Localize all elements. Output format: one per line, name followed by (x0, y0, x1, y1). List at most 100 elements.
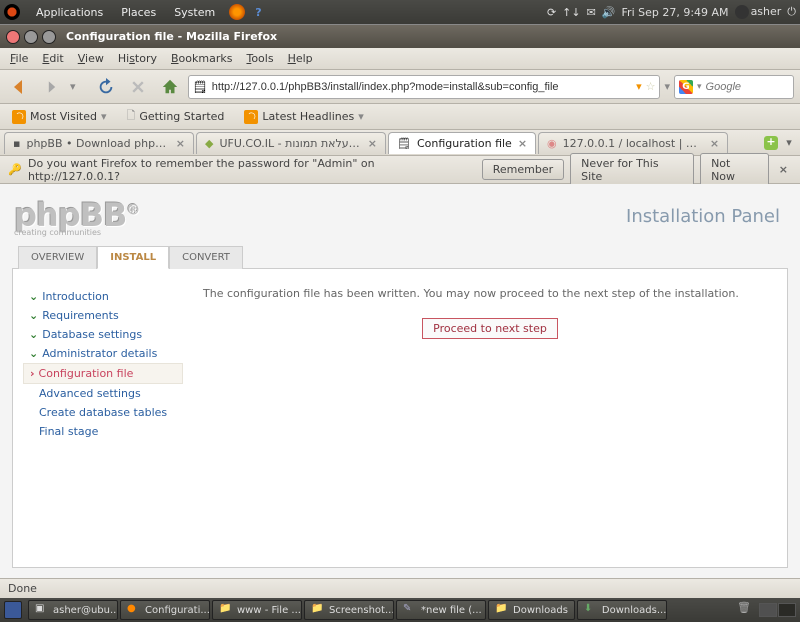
go-dropdown-icon[interactable]: ▾ (664, 80, 670, 93)
tab-close-icon[interactable]: × (710, 137, 719, 150)
folder-icon: 📁 (219, 603, 233, 617)
task-gedit[interactable]: ✎*new file (... (396, 600, 486, 620)
address-bar[interactable]: 🗒 ▾ ☆ (188, 75, 661, 99)
infobar-close-icon[interactable]: × (775, 163, 792, 176)
window-minimize-button[interactable] (24, 30, 38, 44)
menu-system[interactable]: System (166, 4, 223, 21)
task-terminal[interactable]: ▣asher@ubu... (28, 600, 118, 620)
menu-bookmarks[interactable]: Bookmarks (165, 50, 238, 67)
system-tray: ⟳ ↑↓ ✉ 🔊 Fri Sep 27, 9:49 AM asher ⏻ (547, 5, 796, 19)
bookmark-latest-headlines[interactable]: Latest Headlines▾ (238, 108, 369, 126)
task-label: *new file (... (421, 605, 482, 616)
menu-history[interactable]: History (112, 50, 163, 67)
clock[interactable]: Fri Sep 27, 9:49 AM (622, 6, 729, 19)
workspace-2[interactable] (778, 603, 796, 617)
window-maximize-button[interactable] (42, 30, 56, 44)
tab-label: 127.0.0.1 / localhost | php... (563, 137, 704, 150)
menu-applications[interactable]: Applications (28, 4, 111, 21)
step-config-file[interactable]: Configuration file (23, 363, 183, 384)
menu-places[interactable]: Places (113, 4, 164, 21)
back-dropdown-icon[interactable]: ▾ (70, 80, 76, 93)
step-create-db[interactable]: Create database tables (23, 403, 183, 422)
home-button[interactable] (156, 73, 184, 101)
tab-list-button[interactable]: ▾ (782, 136, 796, 150)
volume-icon[interactable]: 🔊 (602, 6, 616, 19)
task-filemanager[interactable]: 📁 www - File ... (212, 600, 302, 620)
task-label: Downloads... (602, 605, 666, 616)
task-downloads2[interactable]: ⬇Downloads... (577, 600, 667, 620)
install-steps-sidebar: Introduction Requirements Database setti… (23, 287, 183, 549)
firefox-launcher-icon[interactable] (229, 4, 245, 20)
mail-icon[interactable]: ✉ (587, 6, 596, 19)
menu-file[interactable]: File (4, 50, 34, 67)
folder-icon: 📁 (495, 603, 509, 617)
back-button[interactable] (6, 73, 34, 101)
menu-tools[interactable]: Tools (240, 50, 279, 67)
show-desktop-button[interactable] (4, 601, 22, 619)
step-advanced[interactable]: Advanced settings (23, 384, 183, 403)
search-box[interactable]: G▾ (674, 75, 794, 99)
never-button[interactable]: Never for This Site (570, 153, 694, 187)
phpbb-logo: phpBB® creating communities (14, 196, 139, 237)
power-icon[interactable]: ⏻ (787, 5, 796, 19)
window-titlebar[interactable]: Configuration file - Mozilla Firefox (0, 24, 800, 48)
folder-icon: 📁 (311, 603, 325, 617)
favicon-icon: ▪ (13, 137, 20, 150)
page-content: phpBB® creating communities Installation… (0, 184, 800, 578)
search-engine-dropdown-icon[interactable]: ▾ (697, 82, 702, 92)
remember-button[interactable]: Remember (482, 159, 564, 180)
bookmark-most-visited[interactable]: Most Visited▾ (6, 108, 112, 126)
tab-close-icon[interactable]: × (518, 137, 527, 150)
network-icon[interactable]: ↑↓ (562, 6, 580, 19)
not-now-button[interactable]: Not Now (700, 153, 769, 187)
window-close-button[interactable] (6, 30, 20, 44)
workspace-switcher[interactable] (759, 603, 796, 617)
menu-edit[interactable]: Edit (36, 50, 69, 67)
workspace-1[interactable] (759, 603, 777, 617)
new-tab-button[interactable]: + (764, 136, 778, 150)
bookmark-label: Getting Started (139, 110, 224, 123)
url-input[interactable] (212, 81, 632, 93)
bookmark-star-icon[interactable]: ☆ (646, 80, 656, 93)
step-introduction[interactable]: Introduction (23, 287, 183, 306)
step-database[interactable]: Database settings (23, 325, 183, 344)
task-downloads[interactable]: 📁Downloads (488, 600, 575, 620)
menu-help[interactable]: Help (282, 50, 319, 67)
firefox-icon: ● (127, 603, 141, 617)
tab-close-icon[interactable]: × (176, 137, 185, 150)
nav-toolbar: ▾ 🗒 ▾ ☆ ▾ G▾ (0, 70, 800, 104)
tab-overview[interactable]: OVERVIEW (18, 246, 97, 269)
proceed-button[interactable]: Proceed to next step (422, 318, 558, 339)
rss-icon (244, 110, 258, 124)
favicon-icon: ◆ (205, 137, 213, 150)
tab-phpbb-download[interactable]: ▪phpBB • Download phpBB3× (4, 132, 194, 154)
step-admin[interactable]: Administrator details (23, 344, 183, 363)
step-final[interactable]: Final stage (23, 422, 183, 441)
username-label: asher (751, 5, 782, 18)
update-icon[interactable]: ⟳ (547, 6, 556, 19)
reload-button[interactable] (92, 73, 120, 101)
help-launcher-icon[interactable]: ? (247, 4, 269, 21)
step-requirements[interactable]: Requirements (23, 306, 183, 325)
tab-close-icon[interactable]: × (368, 137, 377, 150)
feed-icon[interactable]: ▾ (636, 80, 642, 93)
user-icon (735, 5, 749, 19)
trash-icon[interactable]: 🗑 (735, 601, 753, 619)
search-input[interactable] (706, 81, 786, 93)
menu-view[interactable]: View (72, 50, 110, 67)
tab-convert[interactable]: CONVERT (169, 246, 243, 269)
tab-ufu[interactable]: ◆UFU.CO.IL - העלאת תמונות ...× (196, 132, 386, 154)
task-screenshot[interactable]: 📁Screenshot... (304, 600, 394, 620)
forward-button[interactable] (38, 73, 66, 101)
user-menu[interactable]: asher (735, 5, 782, 19)
rss-icon (12, 110, 26, 124)
task-label: www - File ... (237, 605, 301, 616)
task-firefox[interactable]: ●Configurati... (120, 600, 210, 620)
bookmark-label: Latest Headlines (262, 110, 354, 123)
tab-phpmyadmin[interactable]: ◉127.0.0.1 / localhost | php...× (538, 132, 728, 154)
ubuntu-logo-icon[interactable] (4, 4, 20, 20)
tab-configuration-file[interactable]: 🗒Configuration file× (388, 132, 536, 154)
tab-install[interactable]: INSTALL (97, 246, 169, 269)
page-icon: 🗋 (126, 107, 135, 126)
bookmark-getting-started[interactable]: 🗋 Getting Started (120, 105, 230, 128)
